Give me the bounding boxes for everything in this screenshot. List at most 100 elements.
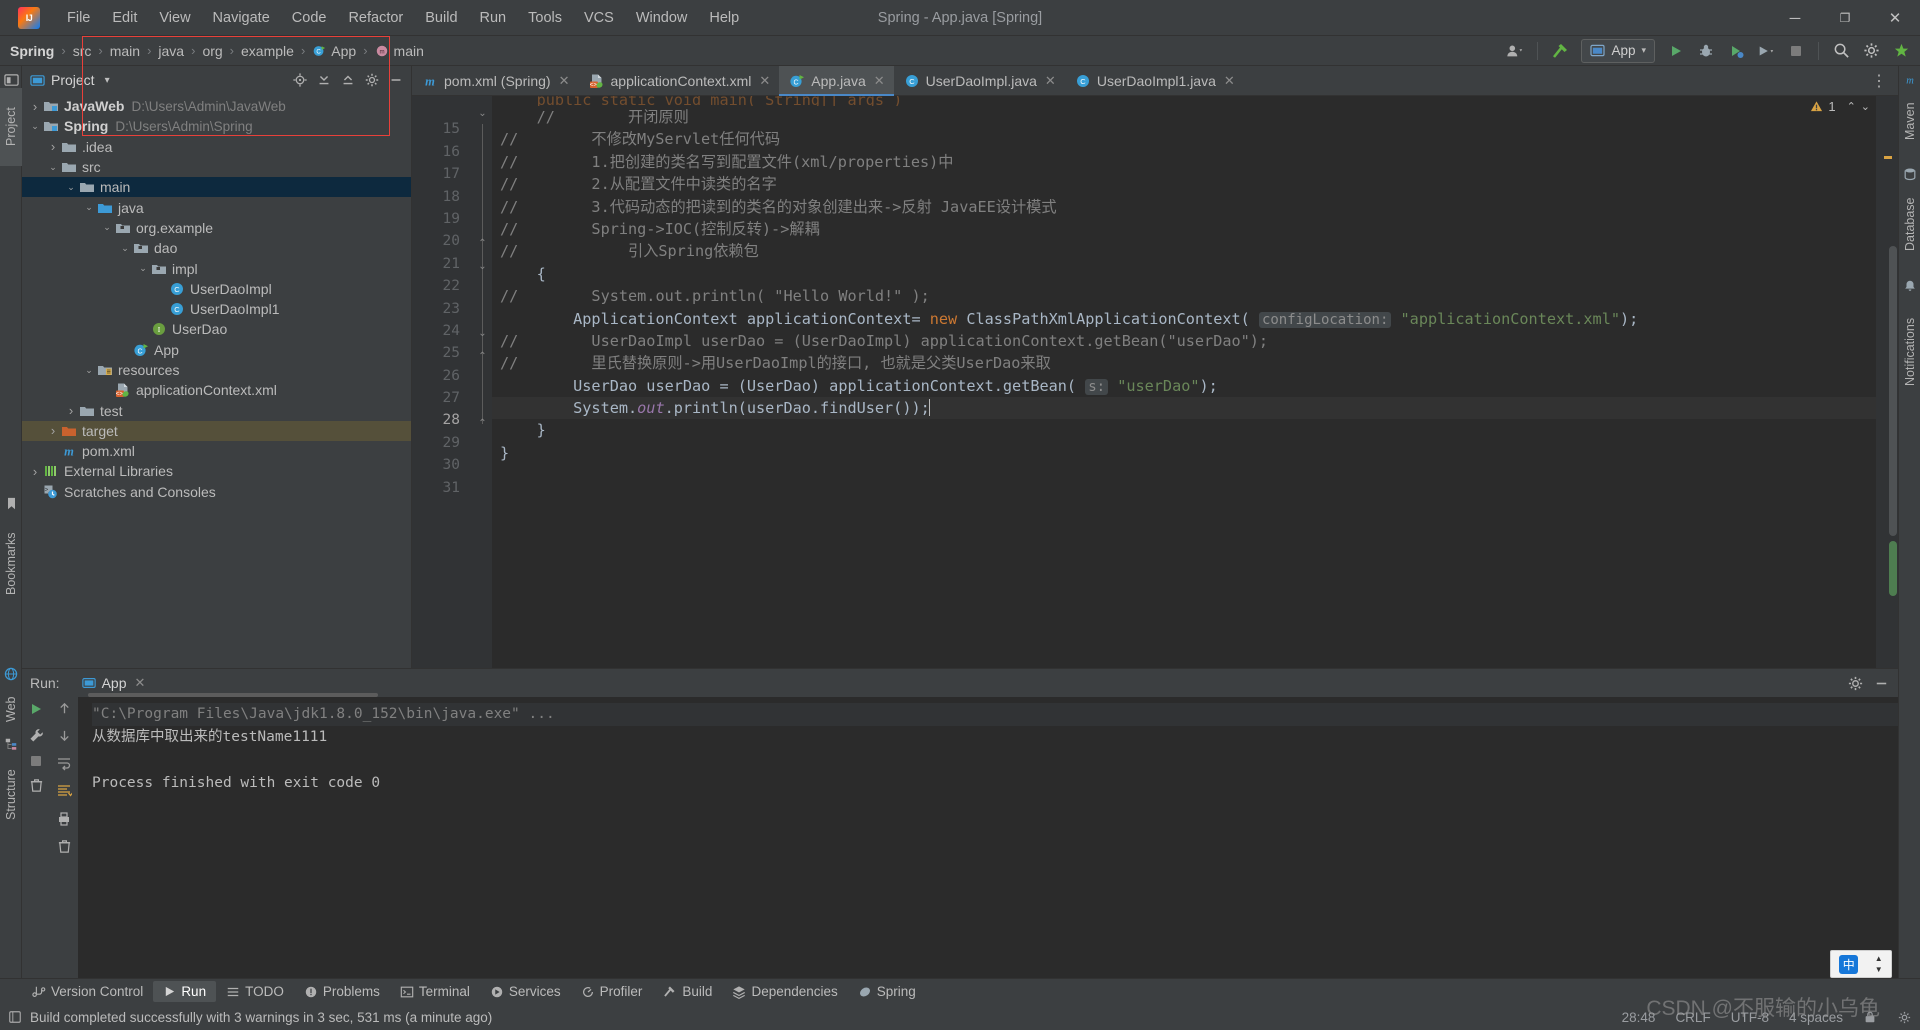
code-line[interactable]: // 里氏替换原则->用UserDaoImpl的接口, 也就是父类UserDao… — [492, 352, 1876, 374]
tool-window-tab-run[interactable]: Run — [153, 981, 217, 1002]
breadcrumb-method-main[interactable]: m main — [375, 43, 424, 59]
run-with-coverage-button[interactable] — [1723, 39, 1749, 63]
up-arrow-icon[interactable] — [57, 701, 72, 716]
tree-node-userdao[interactable]: I UserDao — [22, 319, 411, 339]
line-number[interactable]: 23 — [412, 298, 470, 320]
line-number[interactable]: 25 — [412, 342, 470, 364]
menu-navigate[interactable]: Navigate — [202, 5, 281, 31]
code-line[interactable]: // 2.从配置文件中读类的名字 — [492, 173, 1876, 195]
menu-tools[interactable]: Tools — [517, 5, 573, 31]
tool-window-tab-version-control[interactable]: Version Control — [22, 981, 153, 1002]
event-log-icon[interactable] — [8, 1010, 22, 1024]
chevron-right-icon[interactable]: › — [46, 139, 60, 154]
maximize-button[interactable]: ❐ — [1820, 0, 1870, 36]
breadcrumb-spring[interactable]: Spring — [10, 43, 54, 59]
tree-node-src[interactable]: ⌄ src — [22, 157, 411, 177]
settings-gear-icon[interactable] — [1844, 672, 1866, 694]
chevron-down-icon[interactable]: ⌄ — [118, 241, 132, 255]
ime-chinese-icon[interactable]: 中 — [1839, 954, 1859, 974]
sidebar-item-web[interactable]: Web — [0, 684, 22, 734]
trash-icon[interactable] — [29, 778, 44, 793]
line-number[interactable]: 18 — [412, 186, 470, 208]
breadcrumb-app[interactable]: C App — [312, 43, 356, 59]
line-number[interactable]: 19 — [412, 208, 470, 230]
code-line[interactable]: } — [492, 419, 1876, 441]
run-console[interactable]: "C:\Program Files\Java\jdk1.8.0_152\bin\… — [78, 693, 1898, 978]
code-text[interactable]: public static void main( String[] args )… — [492, 96, 1876, 668]
line-number[interactable]: 22 — [412, 275, 470, 297]
trash-icon[interactable] — [57, 839, 72, 854]
chevron-right-icon[interactable]: › — [46, 423, 60, 438]
line-number[interactable]: 31 — [412, 477, 470, 499]
code-line[interactable]: public static void main( String[] args ) — [492, 96, 1876, 106]
tool-window-tab-services[interactable]: Services — [480, 981, 571, 1002]
chevron-down-icon[interactable]: ⌄ — [28, 119, 42, 133]
sidebar-item-notifications[interactable]: Notifications — [1899, 296, 1920, 408]
tree-node-resources[interactable]: ⌄ resources — [22, 360, 411, 380]
project-tree[interactable]: › JavaWeb D:\Users\Admin\JavaWeb ⌄ Spring D:\… — [22, 94, 411, 668]
close-button[interactable]: ✕ — [1870, 0, 1920, 36]
code-line[interactable]: // Spring->IOC(控制反转)->解耦 — [492, 218, 1876, 240]
tool-window-tab-dependencies[interactable]: Dependencies — [722, 981, 847, 1002]
tool-window-tab-build[interactable]: Build — [652, 981, 722, 1002]
code-line[interactable]: // 开闭原则 — [492, 106, 1876, 128]
code-line[interactable]: // 3.代码动态的把读到的类名的对象创建出来->反射 JavaEE设计模式 — [492, 196, 1876, 218]
line-number[interactable]: 15 — [412, 118, 470, 140]
more-run-options-button[interactable] — [1753, 39, 1779, 63]
stop-button[interactable] — [1783, 39, 1809, 63]
tree-node-userdaoimpl[interactable]: C UserDaoImpl — [22, 279, 411, 299]
line-number[interactable]: 16 — [412, 141, 470, 163]
soft-wrap-icon[interactable] — [56, 755, 72, 771]
chevron-up-icon[interactable]: ⌃ — [1847, 100, 1856, 113]
select-opened-file-icon[interactable] — [289, 69, 311, 91]
tree-node-userdaoimpl1[interactable]: C UserDaoImpl1 — [22, 299, 411, 319]
chevron-down-icon[interactable]: ⌄ — [136, 262, 150, 276]
chevron-right-icon[interactable]: › — [64, 403, 78, 418]
more-tabs-icon[interactable]: ⋮ — [1865, 71, 1894, 91]
close-icon[interactable]: ✕ — [874, 73, 885, 89]
code-line[interactable]: { — [492, 263, 1876, 285]
search-everywhere-icon[interactable] — [1828, 39, 1854, 63]
tree-node-pom-xml[interactable]: m pom.xml — [22, 441, 411, 461]
tree-node-external-libraries[interactable]: › External Libraries — [22, 461, 411, 481]
fold-arrow-icon[interactable]: ⌄ — [477, 108, 488, 119]
breadcrumb-src[interactable]: src — [73, 43, 92, 59]
ime-arrows[interactable]: ▲ ▼ — [1875, 954, 1883, 974]
line-number[interactable]: 20 — [412, 230, 470, 252]
tool-window-tab-terminal[interactable]: Terminal — [390, 981, 480, 1002]
sidebar-item-database[interactable]: Database — [1899, 184, 1920, 264]
editor-scrollbar[interactable] — [1888, 96, 1898, 668]
tree-node-target[interactable]: › target — [22, 420, 411, 442]
caret-position[interactable]: 28:48 — [1622, 1010, 1656, 1025]
code-line[interactable]: // UserDaoImpl userDao = (UserDaoImpl) a… — [492, 330, 1876, 352]
code-line[interactable]: // 引入Spring依赖包 — [492, 240, 1876, 262]
close-icon[interactable]: ✕ — [135, 675, 146, 691]
line-number[interactable]: 21 — [412, 253, 470, 275]
close-icon[interactable]: ✕ — [1045, 73, 1056, 89]
menu-view[interactable]: View — [148, 5, 201, 31]
tree-node-test[interactable]: › test — [22, 400, 411, 420]
code-line[interactable]: } — [492, 442, 1876, 464]
ide-updates-icon[interactable] — [1888, 39, 1914, 63]
chevron-down-icon[interactable]: ⌄ — [100, 221, 114, 235]
tree-node-main[interactable]: ⌄ main — [22, 177, 411, 198]
close-icon[interactable]: ✕ — [759, 73, 770, 89]
editor-tab-applicationcontext-xml[interactable]: <> applicationContext.xml ✕ — [579, 66, 780, 95]
collapse-all-icon[interactable] — [337, 69, 359, 91]
build-hammer-icon[interactable] — [1547, 39, 1573, 63]
line-number[interactable]: 30 — [412, 454, 470, 476]
run-button[interactable] — [1663, 39, 1689, 63]
minimize-button[interactable]: ─ — [1770, 0, 1820, 36]
console-scrollbar-thumb[interactable] — [88, 693, 378, 697]
code-line[interactable]: // System.out.println( "Hello World!" ); — [492, 285, 1876, 307]
expand-all-icon[interactable] — [313, 69, 335, 91]
menu-code[interactable]: Code — [281, 5, 338, 31]
menu-run[interactable]: Run — [469, 5, 518, 31]
chevron-right-icon[interactable]: › — [28, 99, 42, 114]
breadcrumb-org[interactable]: org — [202, 43, 222, 59]
editor-tab-userdaoimpl1-java[interactable]: C UserDaoImpl1.java ✕ — [1065, 66, 1244, 95]
line-number[interactable]: 17 — [412, 163, 470, 185]
tree-node--idea[interactable]: › .idea — [22, 137, 411, 157]
tool-window-tab-problems[interactable]: Problems — [294, 981, 390, 1002]
line-number[interactable]: 24 — [412, 320, 470, 342]
